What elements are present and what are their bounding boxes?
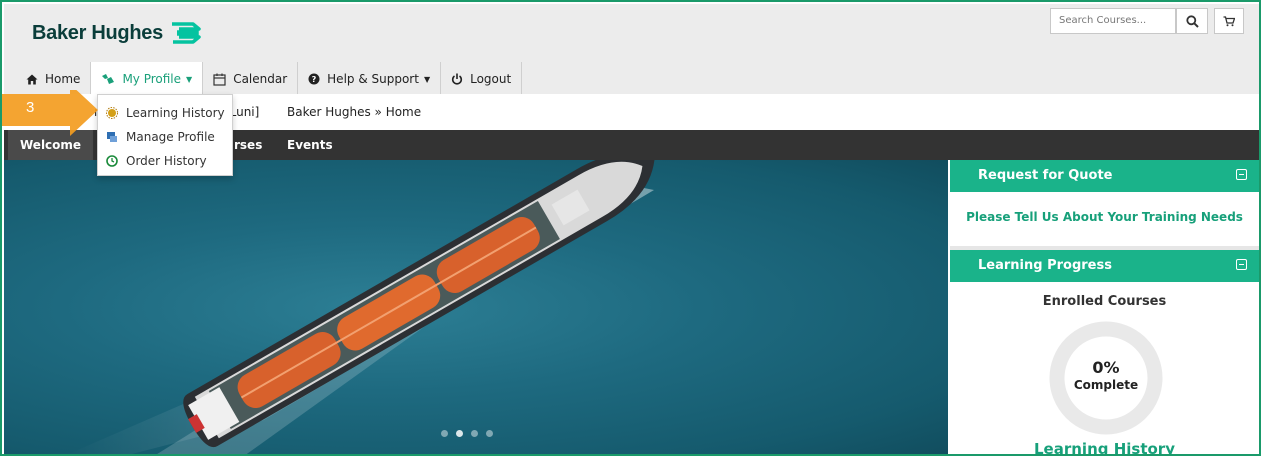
question-circle-icon: ? xyxy=(308,73,320,85)
cart-button[interactable] xyxy=(1214,8,1244,34)
power-icon xyxy=(452,73,463,85)
panel-header-request-quote[interactable]: Request for Quote xyxy=(950,160,1259,192)
progress-percent: 0% xyxy=(1092,358,1120,377)
collapse-icon[interactable] xyxy=(1236,169,1247,180)
chevron-down-icon: ▼ xyxy=(423,74,431,84)
brand-mark-icon xyxy=(171,22,201,44)
search-input[interactable]: Search Courses... xyxy=(1050,8,1176,34)
menu-item-order-history[interactable]: Order History xyxy=(98,149,232,173)
site-header: Baker Hughes Search Courses... Home My P… xyxy=(4,4,1259,96)
hero-carousel[interactable] xyxy=(4,160,948,454)
carousel-dot[interactable] xyxy=(486,430,493,437)
nav-label-home: Home xyxy=(45,72,81,86)
tab-events[interactable]: Events xyxy=(287,130,333,160)
step-number: 3 xyxy=(26,99,35,116)
enrolled-courses-label: Enrolled Courses xyxy=(1042,294,1167,309)
tab-courses[interactable]: rses xyxy=(234,130,262,160)
brand-logo[interactable]: Baker Hughes xyxy=(32,18,203,48)
menu-label-order-history: Order History xyxy=(126,154,207,168)
svg-text:?: ? xyxy=(312,75,317,84)
profile-icon xyxy=(102,74,115,84)
clock-icon xyxy=(106,155,118,167)
menu-item-learning-history[interactable]: Learning History xyxy=(98,101,232,125)
profile-card-icon xyxy=(107,132,117,142)
carousel-indicators xyxy=(441,430,493,437)
nav-item-my-profile[interactable]: My Profile ▼ xyxy=(91,62,204,96)
carousel-dot[interactable] xyxy=(441,430,448,437)
nav-label-help-support: Help & Support xyxy=(327,72,419,86)
nav-label-my-profile: My Profile xyxy=(122,72,182,86)
menu-label-manage-profile: Manage Profile xyxy=(126,130,215,144)
cart-icon xyxy=(1223,15,1235,26)
home-icon xyxy=(26,74,38,84)
profile-dropdown-menu: Learning History Manage Profile Order Hi… xyxy=(97,94,233,176)
chevron-down-icon: ▼ xyxy=(186,74,193,84)
carousel-dot[interactable] xyxy=(471,430,478,437)
carousel-dot-active[interactable] xyxy=(456,430,463,437)
nav-label-logout: Logout xyxy=(470,72,512,86)
nav-item-help-support[interactable]: ? Help & Support ▼ xyxy=(298,62,442,96)
calendar-icon xyxy=(213,73,226,86)
panel-title-request-quote: Request for Quote xyxy=(978,168,1113,183)
panel-header-learning-progress[interactable]: Learning Progress xyxy=(950,250,1259,282)
ship-image xyxy=(68,160,655,454)
menu-item-manage-profile[interactable]: Manage Profile xyxy=(98,125,232,149)
collapse-icon[interactable] xyxy=(1236,259,1247,270)
search-button[interactable] xyxy=(1176,8,1208,34)
sidebar: Request for Quote Please Tell Us About Y… xyxy=(948,160,1259,454)
breadcrumb[interactable]: Baker Hughes » Home xyxy=(287,105,421,119)
nav-item-logout[interactable]: Logout xyxy=(441,62,523,96)
page-frame: Baker Hughes Search Courses... Home My P… xyxy=(0,0,1261,456)
progress-complete-label: Complete xyxy=(1073,378,1139,392)
learning-history-link[interactable]: Learning History xyxy=(950,440,1259,454)
training-needs-link[interactable]: Please Tell Us About Your Training Needs xyxy=(950,210,1259,224)
badge-icon xyxy=(106,107,118,119)
menu-label-learning-history: Learning History xyxy=(126,106,225,120)
search-icon xyxy=(1185,14,1199,28)
step-arrow-icon xyxy=(2,90,98,136)
nav-label-calendar: Calendar xyxy=(233,72,288,86)
brand-name: Baker Hughes xyxy=(32,21,163,44)
nav-item-calendar[interactable]: Calendar xyxy=(203,62,299,96)
panel-title-learning-progress: Learning Progress xyxy=(978,258,1112,273)
